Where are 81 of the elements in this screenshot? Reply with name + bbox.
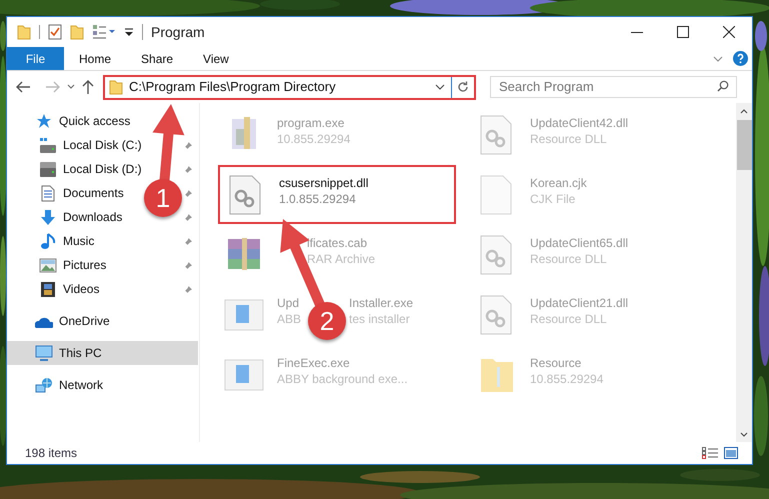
sidebar-item[interactable]: This PC xyxy=(35,341,102,365)
sidebar-item[interactable]: Local Disk (D:) xyxy=(39,157,142,181)
file-name: program.exe xyxy=(277,116,344,130)
item-count: 198 items xyxy=(25,445,78,462)
address-path: C:\Program Files\Program Directory xyxy=(129,78,336,96)
file-name: Korean.cjk xyxy=(530,176,587,190)
properties-icon[interactable] xyxy=(92,24,116,40)
file-detail: Resource DLL xyxy=(530,132,607,146)
file-detail: 10.855.29294 xyxy=(277,132,350,146)
file-name: ificates.cab xyxy=(307,236,368,250)
tiles-view-icon[interactable] xyxy=(724,447,738,459)
music-note-icon xyxy=(39,232,57,250)
sidebar-item[interactable]: Pictures xyxy=(39,253,106,277)
scrollbar[interactable] xyxy=(736,103,752,442)
file-detail: CJK File xyxy=(530,192,576,206)
file-detail: 1.0.855.29294 xyxy=(279,192,356,206)
sidebar-item[interactable]: Network xyxy=(35,373,104,397)
file-detail: Resource DLL xyxy=(530,252,607,266)
back-icon[interactable] xyxy=(15,80,31,94)
refresh-icon[interactable] xyxy=(457,81,469,93)
pin-icon[interactable] xyxy=(183,140,192,150)
checklist-icon[interactable] xyxy=(48,24,62,40)
dropdown-icon[interactable] xyxy=(435,84,445,90)
scroll-thumb[interactable] xyxy=(736,120,752,170)
pin-icon[interactable] xyxy=(183,236,192,246)
star-icon xyxy=(35,112,53,130)
recent-icon[interactable] xyxy=(67,84,75,90)
file-detail: ABB xyxy=(277,312,302,326)
sidebar-item[interactable]: OneDrive xyxy=(35,309,110,333)
sidebar-item[interactable]: Local Disk (C:) xyxy=(39,133,142,157)
pin-icon[interactable] xyxy=(183,188,192,198)
file-name: Installer.exe xyxy=(349,295,414,311)
network-icon xyxy=(35,376,53,394)
customize-icon[interactable] xyxy=(124,26,134,38)
pin-icon[interactable] xyxy=(183,260,192,270)
file-detail: tes installer xyxy=(349,311,410,327)
ribbon-tab[interactable]: Share xyxy=(126,47,188,70)
file-detail: RAR Archive xyxy=(307,252,376,266)
drive-icon xyxy=(39,136,57,154)
maximize-icon xyxy=(677,26,689,38)
file-name: Resource xyxy=(530,356,582,370)
download-icon xyxy=(39,208,57,226)
details-view-icon[interactable] xyxy=(702,446,718,460)
file-name: FineExec.exe xyxy=(277,356,350,370)
ribbon-tab[interactable]: View xyxy=(188,47,244,70)
sidebar-item[interactable]: Videos xyxy=(39,277,100,301)
search-field[interactable]: Search Program xyxy=(490,76,737,98)
file-detail: 10.855.29294 xyxy=(530,372,604,386)
file-detail: Resource DLL xyxy=(530,312,607,326)
file-detail: ABBY background exe... xyxy=(277,372,408,386)
file-name: UpdateClient65.dll xyxy=(530,236,628,250)
expand-ribbon-icon[interactable] xyxy=(713,56,723,62)
drive-icon xyxy=(39,160,57,178)
picture-icon xyxy=(39,256,57,274)
film-icon xyxy=(39,280,57,298)
folder-icon[interactable] xyxy=(70,24,84,40)
sidebar-item[interactable]: Quick access xyxy=(35,109,130,133)
pin-icon[interactable] xyxy=(183,212,192,222)
sidebar-item[interactable]: Downloads xyxy=(39,205,122,229)
sidebar-item[interactable]: Music xyxy=(39,229,94,253)
scroll-down-icon[interactable] xyxy=(740,432,748,437)
close-icon xyxy=(723,26,735,38)
forward-icon[interactable] xyxy=(45,80,61,94)
up-icon[interactable] xyxy=(81,79,95,95)
file-name: UpdateClient42.dll xyxy=(530,116,628,130)
help-icon[interactable] xyxy=(733,51,748,66)
folder-icon[interactable] xyxy=(17,24,31,40)
document-icon xyxy=(39,184,57,202)
search-icon xyxy=(717,80,729,92)
scroll-up-icon[interactable] xyxy=(740,109,748,114)
file-name: Upd xyxy=(277,296,300,310)
sidebar-item[interactable]: Documents xyxy=(39,181,124,205)
pin-icon[interactable] xyxy=(183,164,192,174)
address-bar[interactable]: C:\Program Files\Program Directory xyxy=(103,74,476,100)
ribbon-tab[interactable]: Home xyxy=(64,47,126,70)
pin-icon[interactable] xyxy=(183,284,192,294)
file-name: UpdateClient21.dll xyxy=(530,296,628,310)
monitor-icon xyxy=(35,344,53,362)
folder-icon xyxy=(109,79,123,95)
window-title: Program xyxy=(151,22,205,42)
file-name: csusersnippet.dll xyxy=(279,176,368,190)
